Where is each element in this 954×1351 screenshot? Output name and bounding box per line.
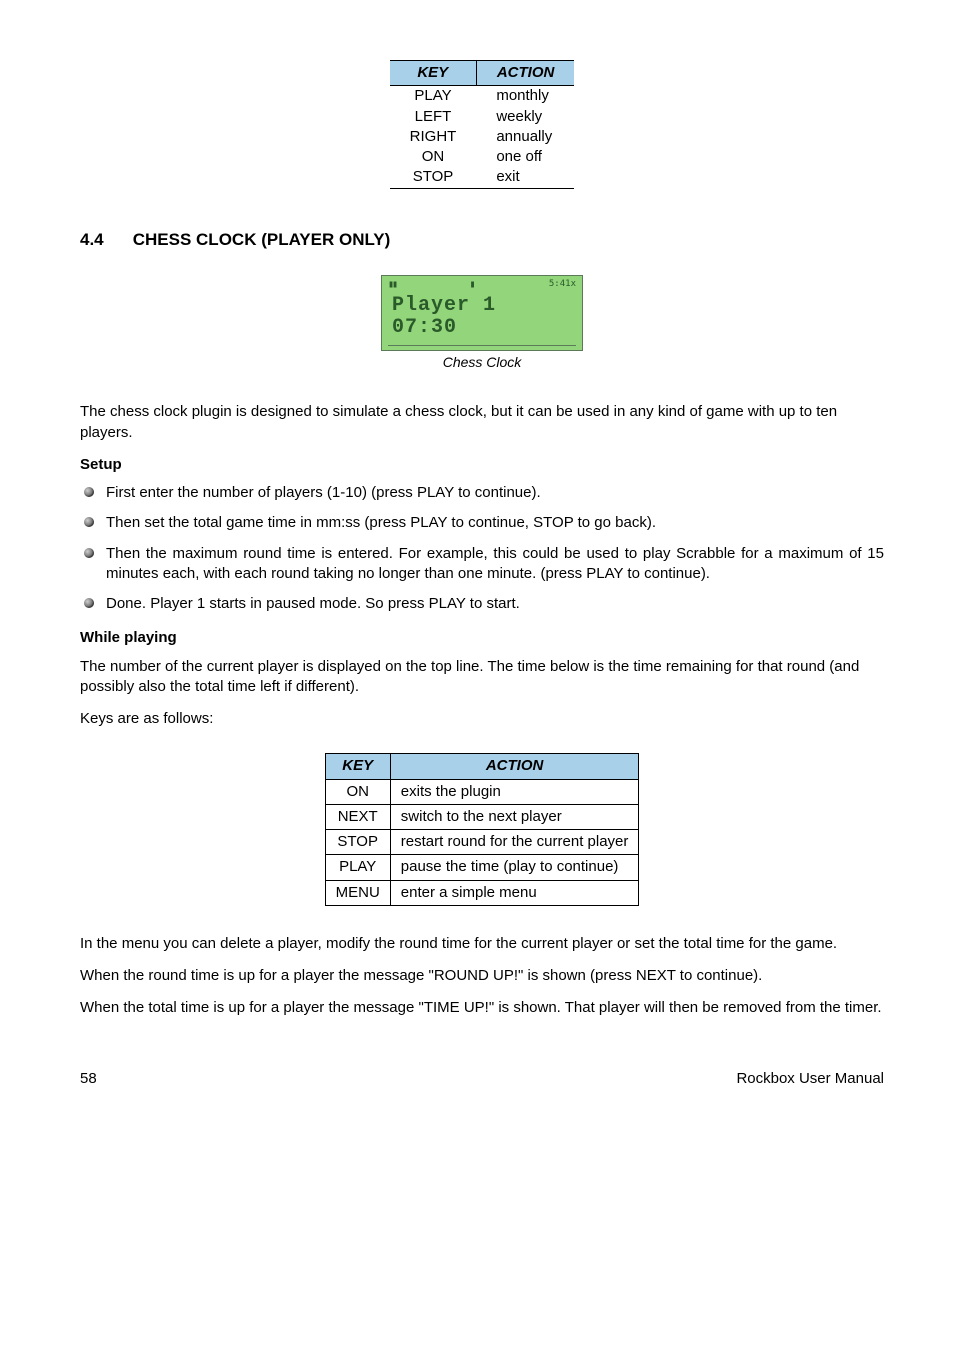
page-footer: 58 Rockbox User Manual bbox=[80, 1069, 884, 1089]
figure-chess-clock: 5:41x Player 1 07:30 Chess Clock bbox=[80, 275, 884, 372]
table2-key: STOP bbox=[325, 830, 390, 855]
table2-header-action: ACTION bbox=[390, 754, 639, 779]
list-item: Then the maximum round time is entered. … bbox=[80, 544, 884, 585]
table1-header-key: KEY bbox=[390, 61, 477, 86]
table2-action: restart round for the current player bbox=[390, 830, 639, 855]
table1-key: PLAY bbox=[390, 86, 477, 107]
key-action-table-2: KEY ACTION ON exits the plugin NEXT swit… bbox=[80, 753, 884, 906]
table2-action: enter a simple menu bbox=[390, 880, 639, 905]
doc-title: Rockbox User Manual bbox=[736, 1069, 884, 1089]
table1-key: LEFT bbox=[390, 107, 477, 127]
setup-heading: Setup bbox=[80, 455, 884, 475]
table-row: PLAY monthly bbox=[390, 86, 575, 107]
table-row: ON exits the plugin bbox=[325, 779, 639, 804]
lcd-line2: 07:30 bbox=[392, 314, 457, 341]
section-number: 4.4 bbox=[80, 229, 128, 252]
list-item: Done. Player 1 starts in paused mode. So… bbox=[80, 594, 884, 614]
table-row: LEFT weekly bbox=[390, 107, 575, 127]
lcd-topleft-icon bbox=[388, 278, 396, 292]
table-row: RIGHT annually bbox=[390, 127, 575, 147]
table-row: STOP exit bbox=[390, 167, 575, 188]
while-playing-paragraph: The number of the current player is disp… bbox=[80, 657, 884, 698]
table-row: MENU enter a simple menu bbox=[325, 880, 639, 905]
section-title: CHESS CLOCK (PLAYER ONLY) bbox=[133, 230, 391, 249]
while-playing-heading: While playing bbox=[80, 628, 884, 648]
table1-key: ON bbox=[390, 147, 477, 167]
table2-action: pause the time (play to continue) bbox=[390, 855, 639, 880]
table1-action: one off bbox=[476, 147, 574, 167]
table-row: ON one off bbox=[390, 147, 575, 167]
bottom-paragraph-2: When the round time is up for a player t… bbox=[80, 966, 884, 986]
page-number: 58 bbox=[80, 1069, 97, 1089]
table1-action: exit bbox=[476, 167, 574, 188]
table2-key: NEXT bbox=[325, 804, 390, 829]
table-row: STOP restart round for the current playe… bbox=[325, 830, 639, 855]
table2-action: exits the plugin bbox=[390, 779, 639, 804]
table2-key: MENU bbox=[325, 880, 390, 905]
table1-action: monthly bbox=[476, 86, 574, 107]
keys-intro: Keys are as follows: bbox=[80, 709, 884, 729]
lcd-topcenter-icon bbox=[469, 278, 475, 292]
table2-key: PLAY bbox=[325, 855, 390, 880]
table1-action: annually bbox=[476, 127, 574, 147]
table2-header-key: KEY bbox=[325, 754, 390, 779]
bottom-paragraph-3: When the total time is up for a player t… bbox=[80, 998, 884, 1018]
section-heading: 4.4 CHESS CLOCK (PLAYER ONLY) bbox=[80, 229, 884, 252]
table1-key: RIGHT bbox=[390, 127, 477, 147]
setup-list: First enter the number of players (1-10)… bbox=[80, 483, 884, 614]
table1-action: weekly bbox=[476, 107, 574, 127]
figure-caption: Chess Clock bbox=[443, 353, 522, 372]
table-row: NEXT switch to the next player bbox=[325, 804, 639, 829]
key-action-table-1: KEY ACTION PLAY monthly LEFT weekly RIGH… bbox=[80, 60, 884, 189]
lcd-topright-text: 5:41x bbox=[549, 278, 576, 290]
intro-paragraph: The chess clock plugin is designed to si… bbox=[80, 402, 884, 443]
chess-clock-lcd: 5:41x Player 1 07:30 bbox=[381, 275, 583, 351]
table1-header-action: ACTION bbox=[476, 61, 574, 86]
list-item: First enter the number of players (1-10)… bbox=[80, 483, 884, 503]
table2-key: ON bbox=[325, 779, 390, 804]
table1-key: STOP bbox=[390, 167, 477, 188]
list-item: Then set the total game time in mm:ss (p… bbox=[80, 513, 884, 533]
table-row: PLAY pause the time (play to continue) bbox=[325, 855, 639, 880]
bottom-paragraph-1: In the menu you can delete a player, mod… bbox=[80, 934, 884, 954]
table2-action: switch to the next player bbox=[390, 804, 639, 829]
